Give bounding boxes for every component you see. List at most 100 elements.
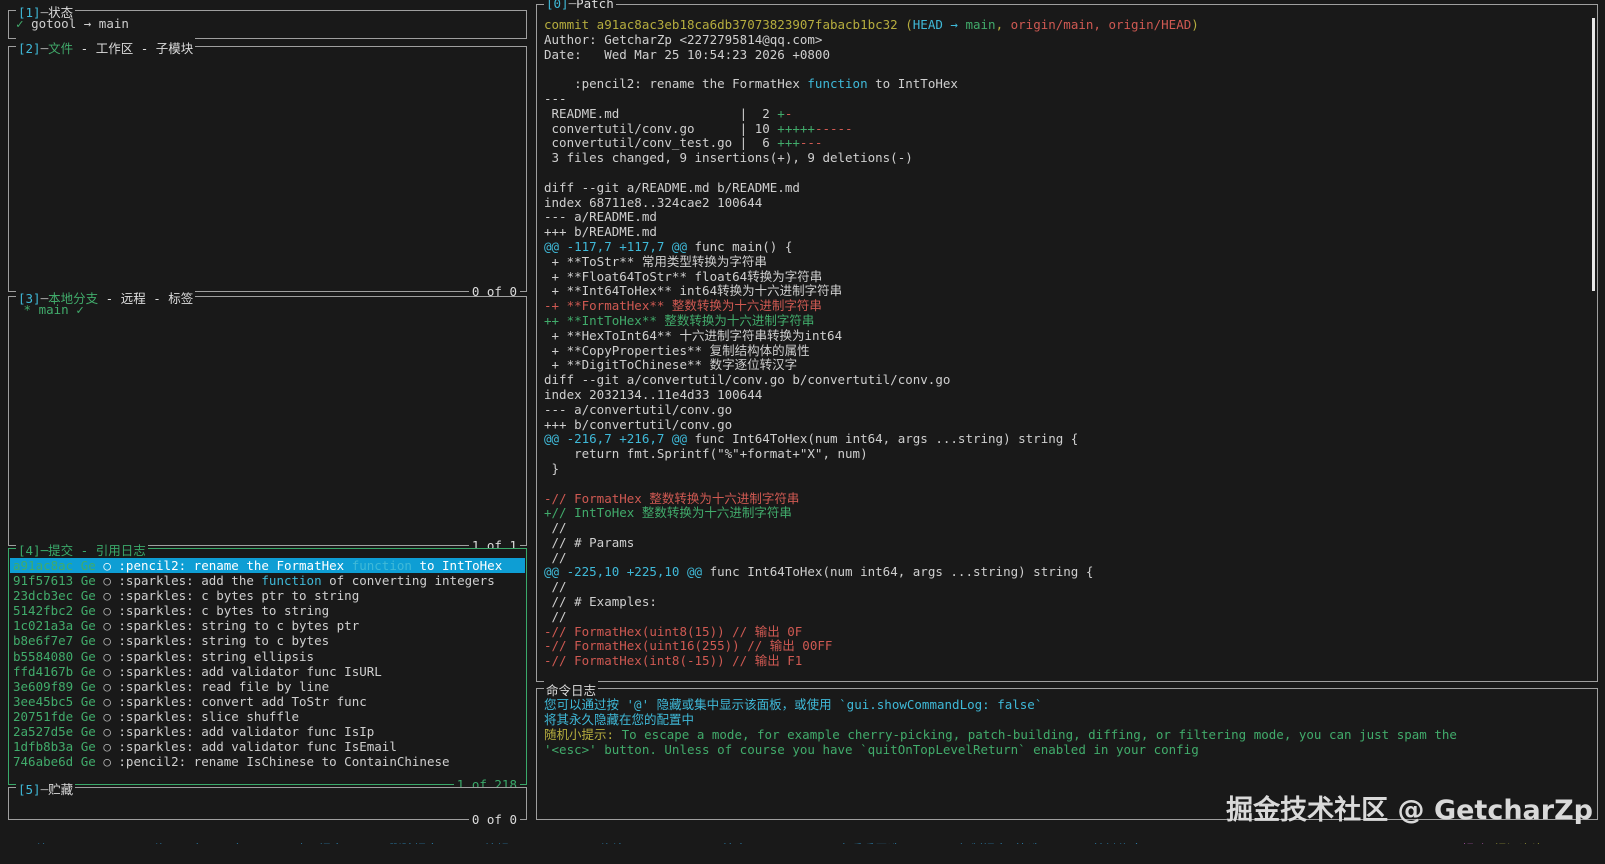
text-line: --- xyxy=(544,90,567,106)
panel-title: [5]─贮藏 xyxy=(16,779,76,798)
text-line: diff --git a/convertutil/conv.go b/conve… xyxy=(544,372,951,388)
text-line: @@ -225,10 +225,10 @@ func Int64ToHex(nu… xyxy=(544,564,1094,580)
keybinding-hint: 查看重置选项: xyxy=(838,842,928,844)
text-line: + **HexToInt64** 十六进制字符串转换为int64 xyxy=(544,327,843,343)
text-line: 随机小提示: To escape a mode, for example che… xyxy=(544,727,1457,742)
keybinding-hint: 压缩(Squash): xyxy=(23,842,123,844)
text-line: + **Float64ToStr** float64转换为字符串 xyxy=(544,268,823,284)
keybinding-hints: 压缩(Squash): s | 修正 （fixup）: f | 改写提交: r … xyxy=(23,842,1166,844)
text-line: -// FormatHex(uint8(15)) // 输出 0F xyxy=(544,623,803,639)
keybinding-hint: 复制提交(拣选): xyxy=(958,842,1063,844)
commit-row[interactable]: 1c021a3a Ge ○ :sparkles: string to c byt… xyxy=(10,618,525,633)
text-line xyxy=(544,477,1593,492)
text-line: return fmt.Sprintf("%"+format+"X", num) xyxy=(544,446,868,462)
branch-row[interactable]: * main ✓ xyxy=(16,302,522,318)
branches-panel[interactable]: [3]─本地分支 - 远程 - 标签 * main ✓ 1 of 1 xyxy=(8,288,527,553)
text-line: diff --git a/README.md b/README.md xyxy=(544,179,800,195)
text-line: // xyxy=(544,549,567,565)
files-panel[interactable]: [2]─文件 - 工作区 - 子模块 0 of 0 xyxy=(8,38,527,299)
text-line: convertutil/conv_test.go | 6 +++--- xyxy=(544,135,823,151)
keybinding-hint: 修正 （fixup）: xyxy=(153,842,263,844)
text-line: :pencil2: rename the FormatHex function … xyxy=(544,76,958,92)
text-line: Author: GetcharZp <2272795814@qq.com> xyxy=(544,31,823,47)
commit-row[interactable]: 5142fbc2 Ge ○ :sparkles: c bytes to stri… xyxy=(10,603,525,618)
text-line xyxy=(544,62,1593,77)
commit-row[interactable]: 746abe6d Ge ○ :pencil2: rename IsChinese… xyxy=(10,754,525,769)
commit-list: a91ac8ac Ge ○ :pencil2: rename the Forma… xyxy=(10,558,525,774)
scrollbar-thumb[interactable] xyxy=(1592,18,1595,291)
text-line: + **Int64ToHex** int64转换为十六进制字符串 xyxy=(544,283,843,299)
status-line: ✓ gotool → main xyxy=(16,16,129,31)
text-line: +// IntToHex 整数转换为十六进制字符串 xyxy=(544,505,792,521)
text-line: // # Examples: xyxy=(544,594,657,610)
keybinding-hint: 删除提交: xyxy=(389,842,454,844)
stash-panel[interactable]: [5]─贮藏 0 of 0 xyxy=(8,779,527,827)
text-line: -// FormatHex(uint16(255)) // 输出 00FF xyxy=(544,638,833,654)
text-line: -// FormatHex 整数转换为十六进制字符串 xyxy=(544,490,800,506)
version-label: 0.60.0 xyxy=(1552,842,1597,844)
text-line: // xyxy=(544,520,567,536)
text-line: + **ToStr** 常用类型转换为字符串 xyxy=(544,253,767,269)
keybinding-key: <space> xyxy=(762,842,815,844)
text-line: // xyxy=(544,579,567,595)
keybinding-hint: 检出: xyxy=(722,842,762,844)
commit-row[interactable]: 23dcb3ec Ge ○ :sparkles: c bytes ptr to … xyxy=(10,588,525,603)
keybindings-bar: 压缩(Squash): s | 修正 （fixup）: f | 改写提交: r … xyxy=(8,824,1597,844)
text-line: -+ **FormatHex** 整数转换为十六进制字符串 xyxy=(544,298,822,314)
panel-title: [4]─提交 - 引用日志 xyxy=(16,540,148,559)
keybinding-hint: 改写提交: xyxy=(294,842,359,844)
keybinding-key: ? xyxy=(1158,842,1166,844)
keybinding-hint: 编辑(Edit): xyxy=(484,842,569,844)
commit-row[interactable]: 2a527d5e Ge ○ :sparkles: add validator f… xyxy=(10,724,525,739)
text-line: } xyxy=(544,460,560,476)
patch-content[interactable]: commit a91ac8ac3eb18ca6db37073823907faba… xyxy=(537,5,1597,681)
check-icon: ✓ xyxy=(16,16,24,31)
text-line: + **DigitToChinese** 数字逐位转汉字 xyxy=(544,357,798,373)
text-line: index 2032134..11e4d33 100644 xyxy=(544,386,763,402)
commit-row[interactable]: ffd4167b Ge ○ :sparkles: add validator f… xyxy=(10,664,525,679)
text-line: // # Params xyxy=(544,534,635,550)
commit-row[interactable]: 91f57613 Ge ○ :sparkles: add the functio… xyxy=(10,573,525,588)
keybinding-hint: 修补(Amend): xyxy=(599,842,692,844)
text-line xyxy=(544,166,1593,181)
panel-title: [2]─文件 - 工作区 - 子模块 xyxy=(16,38,196,57)
commit-row[interactable]: 20751fde Ge ○ :sparkles: slice shuffle xyxy=(10,709,525,724)
text-line: 您可以通过按 '@' 隐藏或集中显示该面板，或使用 `gui.showComma… xyxy=(544,697,1043,712)
keybinding-key: e xyxy=(569,842,577,844)
text-line: // xyxy=(544,608,567,624)
commit-row[interactable]: b5584080 Ge ○ :sparkles: string ellipsis xyxy=(10,649,525,664)
watermark: 掘金技术社区 @ GetcharZp xyxy=(1226,795,1593,826)
commit-row[interactable]: b8e6f7e7 Ge ○ :sparkles: string to c byt… xyxy=(10,633,525,648)
text-line: commit a91ac8ac3eb18ca6db37073823907faba… xyxy=(544,17,1199,32)
commit-row[interactable]: 3ee45bc5 Ge ○ :sparkles: convert add ToS… xyxy=(10,694,525,709)
keybinding-key: A xyxy=(692,842,700,844)
keybinding-key: d xyxy=(454,842,462,844)
text-line: README.md | 2 +- xyxy=(544,105,793,121)
text-line: --- a/README.md xyxy=(544,209,657,225)
text-line: -// FormatHex(int8(-15)) // 输出 F1 xyxy=(544,653,803,669)
text-line: --- a/convertutil/conv.go xyxy=(544,401,733,417)
text-line: @@ -216,7 +216,7 @@ func Int64ToHex(num … xyxy=(544,431,1079,447)
text-line: Date: Wed Mar 25 10:54:23 2026 +0800 xyxy=(544,46,830,62)
text-line: 3 files changed, 9 insertions(+), 9 dele… xyxy=(544,150,913,166)
text-line: +++ b/convertutil/conv.go xyxy=(544,416,733,432)
donate-link[interactable]: 捐助 xyxy=(1462,842,1487,844)
text-line: convertutil/conv.go | 10 +++++----- xyxy=(544,120,853,136)
lazygit-terminal: { "panels": { "status": { "num": "[1]", … xyxy=(0,0,1605,864)
text-line: ++ **IntToHex** 整数转换为十六进制字符串 xyxy=(544,312,815,328)
keybinding-key: s xyxy=(123,842,131,844)
text-line: 将其永久隐藏在您的配置中 xyxy=(544,712,695,727)
keybinding-hint: 按键绑定: xyxy=(1093,842,1158,844)
text-line: +++ b/README.md xyxy=(544,224,657,240)
commits-panel[interactable]: [4]─提交 - 引用日志 a91ac8ac Ge ○ :pencil2: re… xyxy=(8,540,527,792)
text-line: index 68711e8..324cae2 100644 xyxy=(544,194,763,210)
commit-row[interactable]: a91ac8ac Ge ○ :pencil2: rename the Forma… xyxy=(10,558,525,574)
patch-panel[interactable]: [0]─Patch commit a91ac8ac3eb18ca6db37073… xyxy=(536,0,1598,682)
commit-row[interactable]: 3e609f89 Ge ○ :sparkles: read file by li… xyxy=(10,679,525,694)
text-line: '<esc>' button. Unless of course you hav… xyxy=(544,742,1199,757)
commit-row[interactable]: 1dfb8b3a Ge ○ :sparkles: add validator f… xyxy=(10,739,525,754)
ask-link[interactable]: 提问咨询 xyxy=(1494,842,1544,844)
status-panel[interactable]: [1]─状态 ✓ gotool → main xyxy=(8,2,527,39)
text-line: + **CopyProperties** 复制结构体的属性 xyxy=(544,342,810,358)
text-line: @@ -117,7 +117,7 @@ func main() { xyxy=(544,238,793,254)
